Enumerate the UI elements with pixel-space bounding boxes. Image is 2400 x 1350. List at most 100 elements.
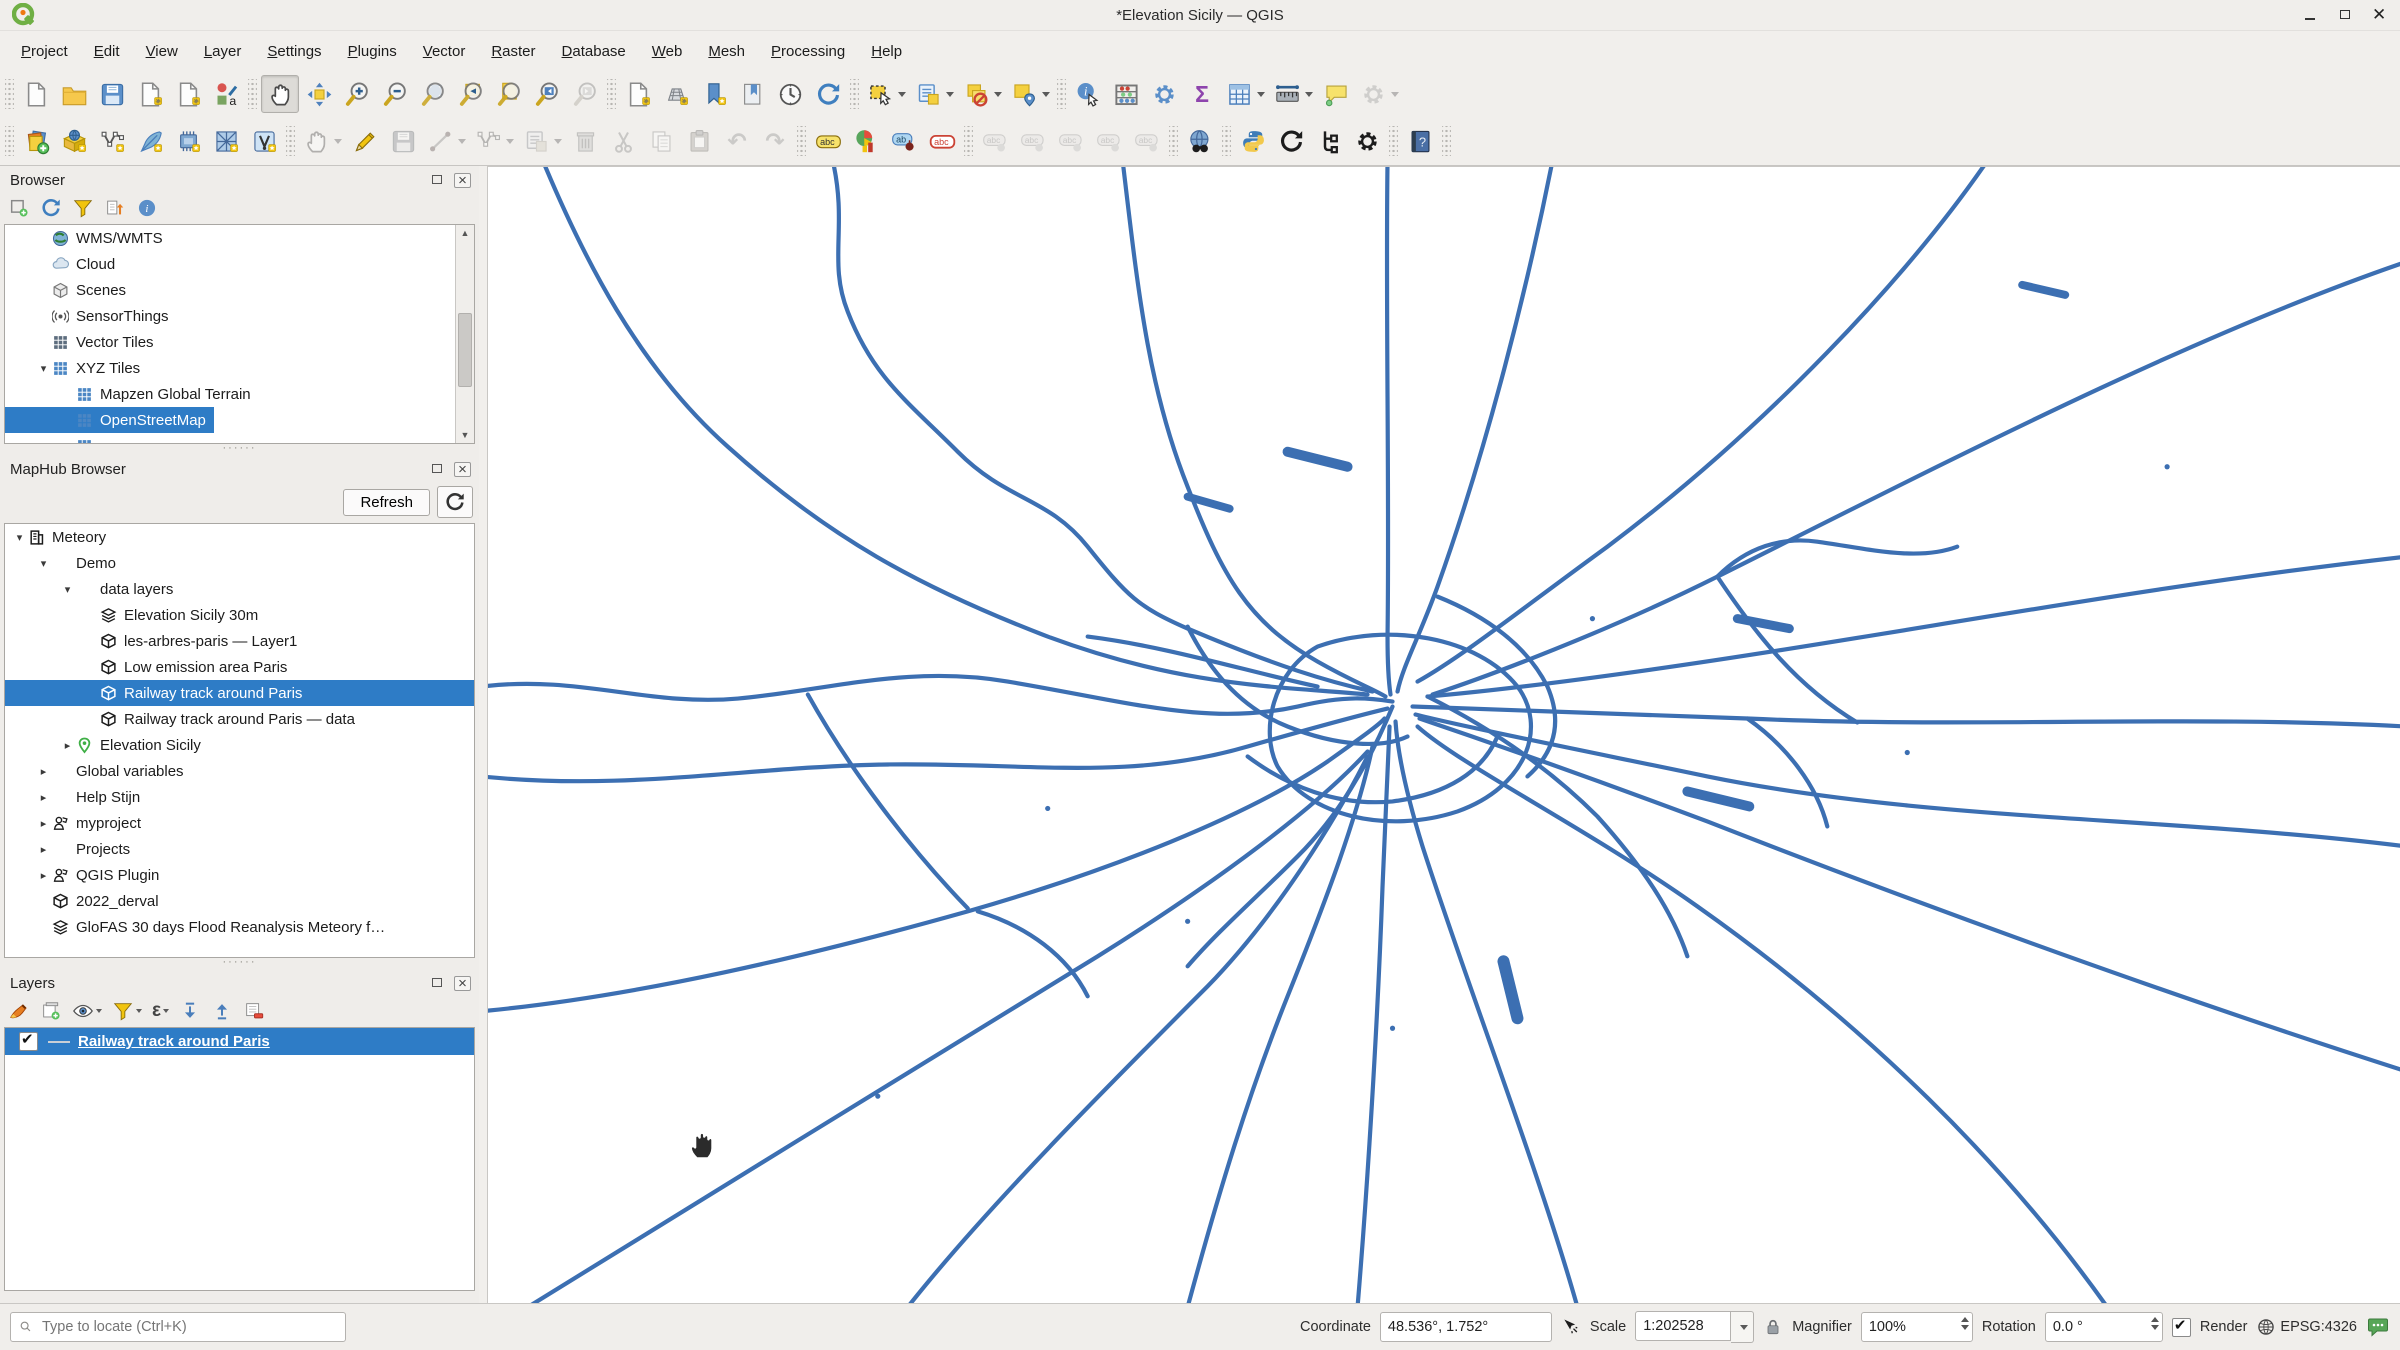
new-virtual-layer-button[interactable] [170, 123, 206, 159]
layer-visibility-checkbox[interactable] [19, 1032, 38, 1051]
tree-item-openstreetmap[interactable]: OpenStreetMap [5, 407, 214, 433]
collapse-all-button[interactable] [211, 1000, 233, 1022]
menu-processing[interactable]: Processing [758, 38, 858, 65]
new-3d-map-view-button[interactable] [658, 76, 694, 112]
spin-up-icon[interactable] [1961, 1317, 1969, 1322]
browser-add-selected-layers-button[interactable] [8, 197, 30, 219]
toggle-editing-button[interactable] [347, 123, 383, 159]
browser-refresh-button[interactable] [40, 197, 62, 219]
maphub-close-icon[interactable]: × [454, 462, 471, 477]
processing-toolbox-button[interactable] [1146, 76, 1182, 112]
menu-plugins[interactable]: Plugins [335, 38, 410, 65]
browser-float-icon[interactable] [430, 173, 446, 187]
browser-collapse-all-button[interactable] [104, 197, 126, 219]
menu-mesh[interactable]: Mesh [695, 38, 758, 65]
tree-closed-arrow-icon[interactable]: ▸ [59, 739, 76, 752]
map-canvas[interactable] [487, 166, 2400, 1303]
zoom-in-button[interactable] [339, 76, 375, 112]
panel-splitter[interactable]: ······ [4, 958, 475, 969]
tree-item-mapzen-global-terrain[interactable]: Mapzen Global Terrain [5, 381, 474, 407]
menu-database[interactable]: Database [549, 38, 639, 65]
tree-item-les-arbres-paris-layer1[interactable]: les-arbres-paris — Layer1 [5, 628, 474, 654]
tree-item-railway-track-around-paris-data[interactable]: Railway track around Paris — data [5, 706, 474, 732]
pan-to-selection-button[interactable] [301, 76, 337, 112]
dropdown-arrow-icon[interactable] [1257, 92, 1265, 97]
maphub-settings-button[interactable] [1349, 123, 1385, 159]
browser-properties-button[interactable] [136, 197, 158, 219]
tree-item-global-variables[interactable]: ▸Global variables [5, 758, 474, 784]
scroll-down-icon[interactable]: ▼ [456, 427, 474, 443]
maphub-float-icon[interactable] [430, 462, 446, 476]
scale-dropdown-icon[interactable] [1731, 1311, 1754, 1343]
layers-close-icon[interactable]: × [454, 976, 471, 991]
python-console-button[interactable] [1235, 123, 1271, 159]
browser-close-icon[interactable]: × [454, 173, 471, 188]
spin-down-icon[interactable] [2151, 1325, 2159, 1330]
filter-legend-button[interactable] [112, 1000, 142, 1022]
tree-item-elevation-sicily-30m[interactable]: Elevation Sicily 30m [5, 602, 474, 628]
minimize-button[interactable] [2304, 8, 2318, 22]
tree-item-railway-track-around-paris[interactable]: Railway track around Paris [5, 680, 474, 706]
menu-web[interactable]: Web [639, 38, 696, 65]
menu-vector[interactable]: Vector [410, 38, 479, 65]
map-tips-button[interactable] [1318, 76, 1354, 112]
dropdown-arrow-icon[interactable] [334, 139, 342, 144]
tree-closed-arrow-icon[interactable]: ▸ [35, 817, 52, 830]
scale-input[interactable] [1635, 1311, 1731, 1341]
scroll-up-icon[interactable]: ▲ [456, 225, 474, 241]
new-geopackage-layer-button[interactable] [56, 123, 92, 159]
menu-project[interactable]: Project [8, 38, 81, 65]
messages-icon[interactable] [2366, 1315, 2390, 1339]
new-mesh-layer-button[interactable] [208, 123, 244, 159]
pin-unpin-labels-button[interactable] [886, 123, 922, 159]
tree-item-item[interactable] [5, 433, 474, 444]
refresh-map-button[interactable] [810, 76, 846, 112]
crs-status[interactable]: EPSG:4326 [2280, 1319, 2357, 1335]
tree-item-xyz-tiles[interactable]: ▾XYZ Tiles [5, 355, 474, 381]
open-layer-styling-button[interactable] [8, 1000, 30, 1022]
menu-layer[interactable]: Layer [191, 38, 255, 65]
magnifier-spinbox[interactable]: 100% [1861, 1312, 1973, 1342]
new-point-cloud-layer-button[interactable] [246, 123, 282, 159]
tree-item-wms-wmts[interactable]: WMS/WMTS [5, 225, 474, 251]
tree-closed-arrow-icon[interactable]: ▸ [35, 869, 52, 882]
layers-float-icon[interactable] [430, 976, 446, 990]
close-button[interactable]: ✕ [2372, 8, 2386, 22]
tree-item-qgis-plugin[interactable]: ▸QGIS Plugin [5, 862, 474, 888]
tree-closed-arrow-icon[interactable]: ▸ [35, 791, 52, 804]
tree-item-help-stijn[interactable]: ▸Help Stijn [5, 784, 474, 810]
panel-splitter[interactable]: ······ [4, 444, 475, 455]
show-layout-manager-button[interactable] [170, 76, 206, 112]
zoom-to-layer-button[interactable] [491, 76, 527, 112]
rotation-spinbox[interactable]: 0.0 ° [2045, 1312, 2163, 1342]
dropdown-arrow-icon[interactable] [946, 92, 954, 97]
tree-item-data-layers[interactable]: ▾data layers [5, 576, 474, 602]
new-print-layout-button[interactable] [132, 76, 168, 112]
dropdown-arrow-icon[interactable] [136, 1009, 142, 1013]
tree-item-projects[interactable]: ▸Projects [5, 836, 474, 862]
tree-closed-arrow-icon[interactable]: ▸ [35, 765, 52, 778]
toggle-extents-icon[interactable] [1561, 1317, 1581, 1337]
dropdown-arrow-icon[interactable] [994, 92, 1002, 97]
dropdown-arrow-icon[interactable] [1391, 92, 1399, 97]
layer-diagram-options-button[interactable] [848, 123, 884, 159]
tree-item-elevation-sicily[interactable]: ▸Elevation Sicily [5, 732, 474, 758]
spin-down-icon[interactable] [1961, 1325, 1969, 1330]
open-project-button[interactable] [56, 76, 92, 112]
tree-item-myproject[interactable]: ▸myproject [5, 810, 474, 836]
zoom-out-button[interactable] [377, 76, 413, 112]
locator-input[interactable] [40, 1318, 337, 1336]
tree-item-2022-derval[interactable]: 2022_derval [5, 888, 474, 914]
tree-item-vector-tiles[interactable]: Vector Tiles [5, 329, 474, 355]
crs-globe-icon[interactable] [2256, 1317, 2276, 1337]
open-attribute-table-button[interactable] [1222, 76, 1268, 112]
save-project-button[interactable] [94, 76, 130, 112]
browser-scrollbar[interactable]: ▲ ▼ [455, 225, 474, 443]
statistical-summary-button[interactable]: Σ [1184, 76, 1220, 112]
field-calculator-button[interactable] [1108, 76, 1144, 112]
tree-closed-arrow-icon[interactable]: ▸ [35, 843, 52, 856]
pan-map-button[interactable] [261, 75, 299, 113]
lock-scale-icon[interactable] [1763, 1317, 1783, 1337]
tree-item-glofas-30-days-flood-reanalysis-meteory-[interactable]: GloFAS 30 days Flood Reanalysis Meteory … [5, 914, 474, 940]
temporal-controller-button[interactable] [772, 76, 808, 112]
